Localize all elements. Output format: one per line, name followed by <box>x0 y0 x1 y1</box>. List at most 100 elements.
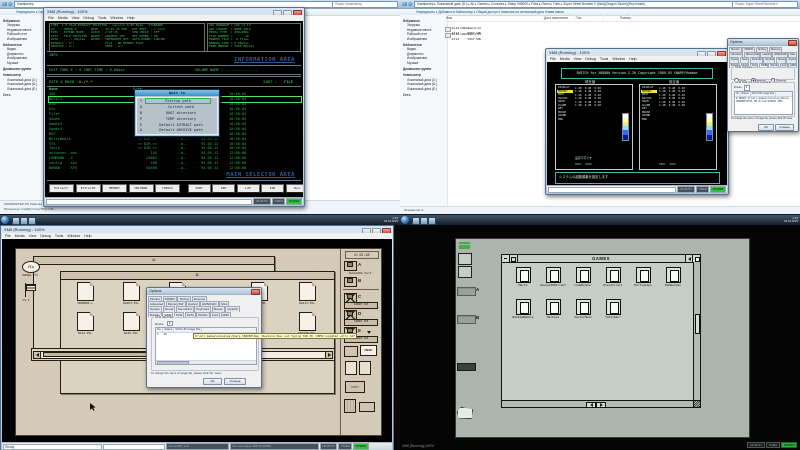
human-sys-icon[interactable]: Hu <box>22 261 40 273</box>
row-number[interactable]: 1 <box>157 332 159 336</box>
resize-box-icon[interactable] <box>692 255 700 262</box>
window-pair-icon[interactable] <box>345 361 357 375</box>
game-icon[interactable] <box>576 267 591 283</box>
menu-option[interactable]: ADefault ARCHIVE path <box>137 127 217 133</box>
function-key-button[interactable]: CHPath <box>155 184 180 193</box>
taskbar-app-icon[interactable] <box>428 217 436 225</box>
sidebar-item[interactable]: Изображения <box>403 37 447 41</box>
scroll-right-icon[interactable] <box>596 402 606 409</box>
game-icon[interactable] <box>516 299 531 315</box>
game-icon[interactable] <box>546 267 561 283</box>
chevron-down-icon[interactable] <box>367 331 371 334</box>
column-header[interactable]: Тип <box>575 15 604 21</box>
new-stamp-icon[interactable]: NEW! <box>360 345 377 356</box>
function-key-button[interactable]: SPX <box>212 184 235 193</box>
nav-buttons[interactable] <box>402 2 412 7</box>
close-icon[interactable] <box>251 289 260 295</box>
game-icon[interactable] <box>546 299 561 315</box>
game-icon[interactable] <box>516 267 531 283</box>
menu-box-icon[interactable] <box>510 255 518 262</box>
list-column[interactable]: SASI HD Image File <box>174 328 202 332</box>
address-bar[interactable]: Компьютер ▸ Локальный диск (D:) ▸ All ▸ … <box>414 1 734 8</box>
back-icon[interactable] <box>2 2 7 7</box>
search-input[interactable]: Поиск: Компьютер <box>332 1 398 8</box>
file-icon[interactable] <box>77 282 94 301</box>
window-pair-icon2[interactable] <box>359 361 371 375</box>
options-dialog[interactable]: Options MonitorX68000TenKeyResume Advanc… <box>727 38 799 132</box>
list-column[interactable]: Status <box>741 92 751 96</box>
sidebar-homegroup[interactable]: Домашняя группа <box>403 67 447 71</box>
function-key-button[interactable]: ExtractW <box>76 184 101 193</box>
switch-menu-item[interactable]: END <box>557 118 573 122</box>
sidebar-item[interactable]: Музыка <box>403 61 447 65</box>
function-key-button[interactable]: ISH <box>261 184 284 193</box>
game-icon[interactable] <box>636 267 651 283</box>
cancel-button[interactable]: Отмена <box>775 124 794 131</box>
system-tray[interactable]: 2:43 25.01.2015 <box>364 215 400 225</box>
window-new-icon[interactable] <box>344 346 358 357</box>
nav-buttons[interactable] <box>2 2 12 7</box>
function-key-button[interactable]: MEMORY <box>102 184 127 193</box>
game-icon[interactable] <box>606 267 621 283</box>
drives-spinner[interactable]: 1 <box>167 321 173 327</box>
sidebar-item[interactable]: Изображения <box>3 37 47 41</box>
taskbar-app-icon[interactable] <box>20 217 28 225</box>
list-hscrollbar[interactable] <box>156 360 256 364</box>
window-title[interactable]: B: <box>61 272 334 280</box>
forward-icon[interactable] <box>408 2 413 7</box>
window-title[interactable]: XM6 (Running) - 100% <box>1 226 393 233</box>
taskbar-app-icon[interactable] <box>28 217 36 225</box>
scroll-thumb[interactable] <box>157 361 189 365</box>
sidebar-item[interactable]: Музыка <box>3 61 47 65</box>
path-mask-value[interactable]: A:/*.* <box>79 79 93 84</box>
function-key-button[interactable]: Run <box>286 184 304 193</box>
drive-b-bar[interactable] <box>457 315 476 324</box>
row-status[interactable]: On <box>164 332 167 336</box>
floppy-b-icon[interactable] <box>344 277 357 287</box>
column-header[interactable]: Дата изменения <box>543 15 575 21</box>
function-key-button[interactable]: HELPBAR <box>129 184 154 193</box>
horizontal-scrollbar[interactable] <box>502 400 693 407</box>
game-icon[interactable] <box>576 299 591 315</box>
games-window[interactable]: GAMES Mario Asuka120Percent LodeRunner D… <box>501 254 701 408</box>
sidebar-network[interactable]: Сеть <box>403 93 447 97</box>
file-icon[interactable] <box>299 312 316 331</box>
sidebar-drive-item[interactable]: Локальный диск (E:) <box>3 87 47 91</box>
function-key-button[interactable]: Extract! <box>49 184 74 193</box>
scsi-disk-row[interactable]: 0 READY D:\All Games\Consoles\Sharp X680… <box>735 97 792 103</box>
scroll-thumb[interactable] <box>43 352 155 357</box>
crumpled-paper-icon[interactable] <box>457 407 473 419</box>
sidebar-drive-item[interactable]: Локальный диск (E:) <box>403 87 447 91</box>
device-icon[interactable] <box>359 402 375 412</box>
forward-icon[interactable] <box>8 2 13 7</box>
xm6-window[interactable]: XM6 (Running) - 100% FileMediaViewDebugT… <box>545 48 729 195</box>
menu-option[interactable]: YStartup path <box>137 98 217 104</box>
column-header[interactable]: Имя <box>445 15 543 21</box>
drive-a-bar[interactable] <box>457 287 476 296</box>
scroll-thumb[interactable] <box>695 314 700 334</box>
xm6-window[interactable]: XM6 (Running) - 100% FileMediaViewDebugT… <box>43 7 305 207</box>
file-row[interactable]: HUMAN .SYS58496--a--94-05-1212:00:00 <box>49 166 301 171</box>
sidebar-homegroup[interactable]: Домашняя группа <box>3 67 47 71</box>
function-key-button[interactable]: SORT <box>188 184 211 193</box>
system-tray[interactable]: 2:43 25.01.2015 <box>764 215 800 225</box>
scsi-disk-list[interactable]: IDStatusSCSI HD Image File 0 READY D:\Al… <box>734 91 793 115</box>
ok-button[interactable]: OK <box>758 124 774 131</box>
explorer-titlebar[interactable]: Компьютер ▸ Локальный диск (D:) ▸ All ▸ … <box>400 0 800 9</box>
game-icon[interactable] <box>606 299 621 315</box>
cancel-button[interactable]: Отмена <box>224 378 246 385</box>
device-icon[interactable] <box>458 266 472 278</box>
file-icon[interactable] <box>123 312 140 331</box>
switch-menu-item[interactable]: END <box>641 118 657 122</box>
file-icon[interactable] <box>299 282 316 301</box>
taskbar-app-icon[interactable] <box>12 217 20 225</box>
column-headers[interactable]: ИмяДата измененияТипРазмер <box>444 15 800 22</box>
options-dialog[interactable]: Options MonitorX68000TenKeyResume Advanc… <box>146 287 262 388</box>
copy-printer-icon[interactable]: COPY <box>345 381 365 393</box>
vertical-scrollbar[interactable] <box>693 262 700 401</box>
column-header[interactable]: Размер <box>604 15 632 21</box>
minimized-window-bar[interactable] <box>457 363 476 371</box>
back-icon[interactable] <box>402 2 407 7</box>
resize-grip[interactable] <box>693 400 700 407</box>
dialog-title[interactable]: Options <box>147 288 261 295</box>
